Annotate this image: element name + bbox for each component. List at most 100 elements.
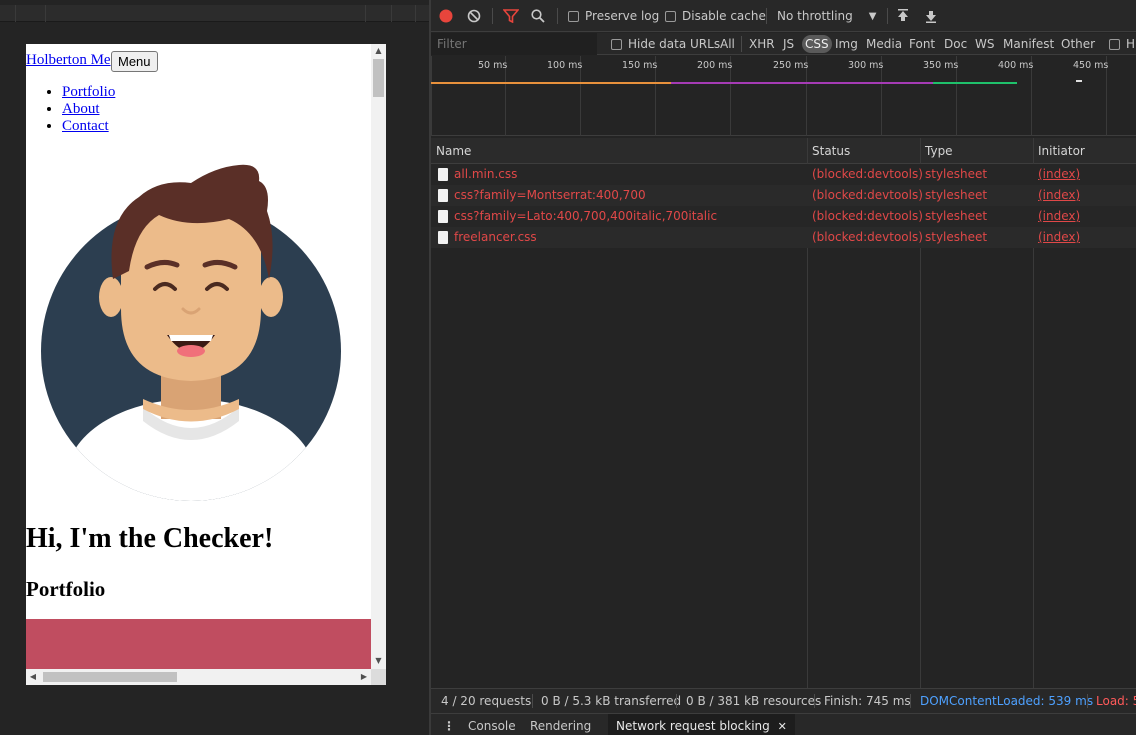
timeline-tick-label: 400 ms [998,60,1034,71]
filter-type-img[interactable]: Img [835,35,858,53]
filter-input[interactable] [431,33,597,55]
tab-console[interactable]: Console [468,714,516,735]
nav-item: Portfolio [62,84,115,101]
network-status-bar: 4 / 20 requests 0 B / 5.3 kB transferred… [431,688,1136,713]
preview-toolbar-segment [366,5,392,22]
clear-icon[interactable] [467,0,481,32]
timeline-overview[interactable]: 50 ms 100 ms 150 ms 200 ms 250 ms 300 ms… [431,56,1136,136]
brand-link[interactable]: Holberton Me [26,52,111,69]
resources-size: 0 B / 381 kB resources [686,694,822,708]
timeline-bar-purple [671,82,933,84]
hide-data-urls-checkbox[interactable]: Hide data URLs [611,35,720,53]
requests-table-header: Name Status Type Initiator [431,138,1136,164]
filter-icon[interactable] [503,0,519,32]
trailing-checkbox-label: H [1126,37,1136,51]
filter-type-manifest[interactable]: Manifest [1003,35,1054,53]
scroll-right-icon[interactable]: ▶ [357,669,371,685]
timeline-tick-label: 450 ms [1073,60,1109,71]
menu-button[interactable]: Menu [111,51,158,72]
hide-data-urls-label: Hide data URLs [628,37,721,51]
vertical-scroll-thumb[interactable] [373,59,384,97]
filter-type-media[interactable]: Media [866,35,902,53]
filter-type-ws[interactable]: WS [975,35,994,53]
close-icon[interactable]: ✕ [778,720,787,733]
throttling-select[interactable]: No throttling ▼ [777,0,876,32]
status-separator [676,694,677,708]
nav-link-about[interactable]: About [62,101,100,117]
checkbox-box[interactable] [611,38,622,50]
upload-icon[interactable] [896,0,910,32]
request-initiator-link[interactable]: (index) [1038,227,1080,248]
scroll-down-icon[interactable]: ▼ [371,654,386,668]
nav-link-contact[interactable]: Contact [62,118,109,134]
drawer-menu-icon[interactable]: ⋮ [443,714,455,735]
timeline-bar-white [1076,80,1082,82]
request-initiator-link[interactable]: (index) [1038,206,1080,227]
filter-type-other[interactable]: Other [1061,35,1095,53]
grid-line [431,56,432,136]
column-header-status[interactable]: Status [812,138,850,164]
table-row[interactable]: css?family=Montserrat:400,700 (blocked:d… [431,185,1136,206]
filter-type-all[interactable]: All [720,35,735,53]
request-initiator-link[interactable]: (index) [1038,185,1080,206]
tab-rendering[interactable]: Rendering [530,714,591,735]
checkbox-box[interactable] [1109,38,1120,50]
file-icon [438,231,448,244]
column-header-type[interactable]: Type [925,138,953,164]
finish-time: Finish: 745 ms [824,694,911,708]
filter-type-css[interactable]: CSS [802,35,832,53]
checkbox-box[interactable] [665,10,676,22]
chevron-down-icon: ▼ [868,10,877,22]
table-row[interactable]: all.min.css (blocked:devtools) styleshee… [431,164,1136,185]
status-separator [814,694,815,708]
file-icon [438,189,448,202]
search-icon[interactable] [531,0,545,32]
requests-count: 4 / 20 requests [441,694,532,708]
preserve-log-checkbox[interactable]: Preserve log [568,0,659,32]
status-separator [910,694,911,708]
timeline-tick-label: 200 ms [697,60,733,71]
preview-toolbar-segment [392,5,416,22]
timeline-tick-label: 50 ms [478,60,508,71]
tab-network-request-blocking-label: Network request blocking [616,719,770,733]
nav-link-portfolio[interactable]: Portfolio [62,84,115,100]
nav-list: Portfolio About Contact [62,84,115,135]
table-row[interactable]: freelancer.css (blocked:devtools) styles… [431,227,1136,248]
vertical-scrollbar[interactable]: ▲ ▼ [371,44,386,669]
request-status: (blocked:devtools) [812,167,923,181]
nav-item: Contact [62,118,115,135]
preview-pane: Holberton Me Menu Portfolio About Contac… [0,0,429,735]
request-name: css?family=Montserrat:400,700 [454,188,646,202]
horizontal-scroll-thumb[interactable] [43,672,177,682]
filter-type-xhr[interactable]: XHR [749,35,775,53]
scroll-left-icon[interactable]: ◀ [26,669,40,685]
record-icon[interactable] [439,0,453,32]
timeline-tick-label: 100 ms [547,60,583,71]
filter-type-js[interactable]: JS [783,35,794,53]
tab-network-request-blocking[interactable]: Network request blocking ✕ [608,714,795,735]
scroll-up-icon[interactable]: ▲ [371,44,386,58]
rendered-page: Holberton Me Menu Portfolio About Contac… [26,44,371,669]
disable-cache-checkbox[interactable]: Disable cache [665,0,766,32]
checkbox-box[interactable] [568,10,579,22]
filter-separator [741,36,742,52]
request-name: all.min.css [454,167,518,181]
dom-content-loaded-time: DOMContentLoaded: 539 ms [920,694,1094,708]
column-header-initiator[interactable]: Initiator [1038,138,1085,164]
preview-toolbar [0,5,429,22]
request-status: (blocked:devtools) [812,209,923,223]
column-header-name[interactable]: Name [436,138,471,164]
preserve-log-label: Preserve log [585,9,660,23]
filter-type-font[interactable]: Font [909,35,935,53]
download-icon[interactable] [924,0,938,32]
toolbar-separator [766,8,767,24]
filter-type-doc[interactable]: Doc [944,35,967,53]
file-icon [438,168,448,181]
horizontal-scrollbar[interactable]: ◀ ▶ [26,669,371,685]
trailing-checkbox[interactable]: H [1109,35,1135,53]
request-initiator-link[interactable]: (index) [1038,164,1080,185]
toolbar-separator [887,8,888,24]
table-row[interactable]: css?family=Lato:400,700,400italic,700ita… [431,206,1136,227]
filter-bar: Hide data URLs All XHR JS CSS Img Media … [431,33,1136,55]
timeline-tick-label: 350 ms [923,60,959,71]
